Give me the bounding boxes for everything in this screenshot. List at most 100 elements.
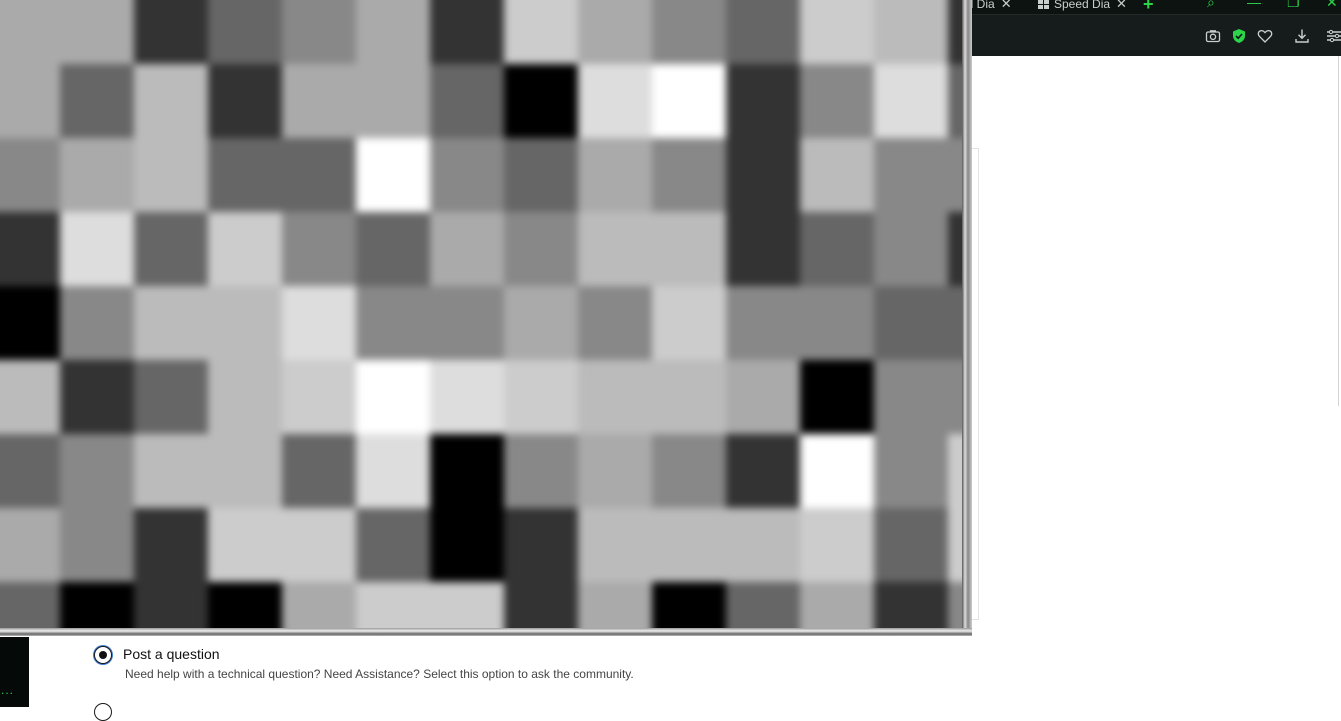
more-icon[interactable]: ... [1,684,14,696]
mosaic-cell [726,64,800,138]
scrollbar[interactable] [1338,56,1339,406]
mosaic-cell [578,138,652,212]
mosaic-cell [208,64,282,138]
mosaic-cell [0,360,60,434]
mosaic-cell [504,434,578,508]
mosaic-cell [800,582,874,628]
mosaic-cell [356,138,430,212]
mosaic-cell [208,0,282,64]
browser-tab[interactable]: Speed Dia ✕ [1038,0,1127,12]
mosaic-cell [504,64,578,138]
close-icon[interactable]: ✕ [1116,0,1127,12]
mosaic-cell [874,434,948,508]
camera-icon[interactable] [1205,28,1221,44]
plus-icon[interactable]: + [1143,0,1154,15]
mosaic-cell [800,508,874,582]
post-question-radio[interactable] [94,646,112,664]
minimize-icon[interactable]: — [1247,0,1261,10]
mosaic-cell [356,434,430,508]
mosaic-cell [948,0,962,64]
mosaic-cell [874,582,948,628]
mosaic-cell [60,582,134,628]
mosaic-cell [134,286,208,360]
mosaic-cell [60,360,134,434]
mosaic-cell [60,286,134,360]
close-icon[interactable]: ✕ [1001,0,1012,12]
mosaic-cell [504,0,578,64]
mosaic-cell [874,360,948,434]
tab-title: Speed Dia [1054,0,1111,11]
mosaic-cell [874,508,948,582]
mosaic-cell [948,508,962,582]
mosaic-cell [282,0,356,64]
mosaic-cell [726,0,800,64]
mosaic-cell [208,582,282,628]
mosaic-cell [60,0,134,64]
shield-check-icon[interactable] [1231,28,1247,44]
mosaic-cell [726,360,800,434]
mosaic-cell [726,434,800,508]
menu-icon[interactable] [1326,28,1341,44]
second-option-radio[interactable] [94,703,112,721]
mosaic-cell [504,212,578,286]
restore-icon[interactable]: ❐ [1287,0,1300,11]
mosaic-cell [726,582,800,628]
mosaic-cell [948,434,962,508]
mosaic-cell [430,0,504,64]
mosaic-cell [356,508,430,582]
option-description: Need help with a technical question? Nee… [125,667,634,681]
mosaic-cell [356,64,430,138]
mosaic-cell [208,360,282,434]
mosaic-cell [874,0,948,64]
mosaic-cell [208,508,282,582]
page-content [972,56,1341,707]
mosaic-cell [208,138,282,212]
mosaic-cell [726,138,800,212]
mosaic-cell [726,508,800,582]
mosaic-cell [948,64,962,138]
mosaic-cell [430,360,504,434]
mosaic-cell [0,286,60,360]
search-icon[interactable]: ⌕ [1207,0,1215,11]
mosaic-cell [948,212,962,286]
mosaic-cell [208,212,282,286]
taskbar-edge: ... [0,637,29,707]
mosaic-cell [430,138,504,212]
mosaic-cell [504,286,578,360]
mosaic-cell [430,508,504,582]
mosaic-cell [652,582,726,628]
mosaic-cell [578,582,652,628]
mosaic-cell [874,212,948,286]
mosaic-cell [948,582,962,628]
mosaic-cell [0,0,60,64]
overlay-frame-edge [962,0,972,636]
mosaic-cell [0,434,60,508]
close-icon[interactable]: ✕ [1326,0,1338,11]
download-icon[interactable] [1294,28,1310,44]
mosaic-cell [60,434,134,508]
mosaic-cell [134,582,208,628]
browser-toolbar [960,14,1341,57]
overlay-frame-edge [0,628,972,636]
pixelated-image [0,0,962,628]
mosaic-cell [578,0,652,64]
mosaic-cell [60,64,134,138]
mosaic-cell [60,138,134,212]
mosaic-cell [208,286,282,360]
mosaic-cell [282,138,356,212]
mosaic-cell [134,212,208,286]
heart-icon[interactable] [1257,28,1273,44]
mosaic-cell [430,582,504,628]
mosaic-cell [356,360,430,434]
mosaic-cell [504,508,578,582]
mosaic-cell [652,434,726,508]
mosaic-cell [356,286,430,360]
mosaic-cell [356,582,430,628]
mosaic-cell [208,434,282,508]
mosaic-cell [134,360,208,434]
mosaic-cell [578,212,652,286]
mosaic-cell [800,360,874,434]
mosaic-cell [800,0,874,64]
mosaic-cell [134,0,208,64]
mosaic-cell [282,360,356,434]
